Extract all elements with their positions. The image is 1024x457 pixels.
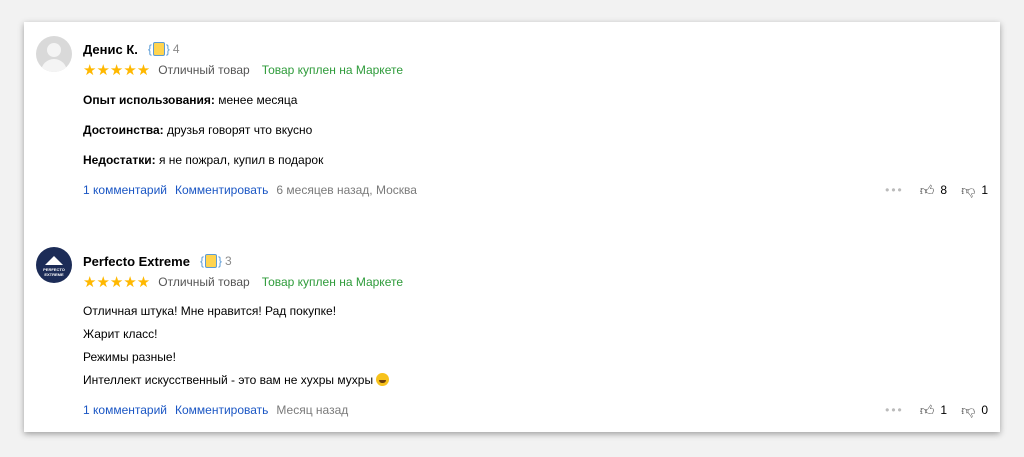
review-1: Денис К. { } 4 ★★★★★ Отличный товар Това… — [24, 22, 1000, 222]
review-text-line-last: Интеллект искусственный - это вам не хух… — [83, 372, 390, 388]
experience-line: Опыт использования: менее месяца — [83, 92, 297, 108]
laurel-right-icon: } — [217, 254, 222, 268]
comment-button[interactable]: Комментировать — [175, 183, 268, 197]
laughing-emoji-icon — [376, 373, 390, 386]
like-count: 1 — [940, 403, 948, 417]
level-number: 4 — [172, 42, 180, 56]
pros-label: Достоинства: — [83, 123, 164, 137]
comments-link[interactable]: 1 комментарий — [83, 183, 167, 197]
comments-link[interactable]: 1 комментарий — [83, 403, 167, 417]
author-level: { } 4 — [148, 42, 180, 56]
pros-value: друзья говорят что вкусно — [167, 123, 313, 137]
medal-icon — [204, 254, 217, 268]
avatar[interactable] — [36, 36, 72, 72]
thumb-up-icon[interactable]: 👍︎ — [920, 402, 935, 419]
laurel-right-icon: } — [165, 42, 170, 56]
dislike-count: 1 — [981, 183, 988, 197]
author-level: { } 3 — [200, 254, 232, 268]
level-number: 3 — [224, 254, 232, 268]
rating-stars: ★★★★★ — [83, 62, 151, 79]
comment-button[interactable]: Комментировать — [175, 403, 268, 417]
review-2: PERFECTO EXTREME Perfecto Extreme { } 3 … — [24, 242, 1000, 432]
votes: ••• 👍︎ 1 👎︎ 0 — [885, 402, 988, 419]
review-text: Интеллект искусственный - это вам не хух… — [83, 373, 374, 387]
bought-badge: Товар куплен на Маркете — [261, 63, 404, 77]
rating-label: Отличный товар — [158, 275, 250, 289]
review-text-line: Отличная штука! Мне нравится! Рад покупк… — [83, 304, 337, 318]
like-count: 8 — [940, 183, 948, 197]
dislike-count: 0 — [981, 403, 988, 417]
cons-label: Недостатки: — [83, 153, 156, 167]
experience-label: Опыт использования: — [83, 93, 215, 107]
thumb-down-icon[interactable]: 👎︎ — [961, 182, 975, 199]
avatar[interactable]: PERFECTO EXTREME — [36, 247, 72, 283]
review-meta: 6 месяцев назад, Москва — [276, 183, 417, 197]
more-dots-icon[interactable]: ••• — [885, 403, 904, 417]
more-dots-icon[interactable]: ••• — [885, 183, 904, 197]
experience-value: менее месяца — [218, 93, 298, 107]
laurel-left-icon: { — [199, 254, 204, 268]
thumb-up-icon[interactable]: 👍︎ — [920, 182, 935, 199]
medal-icon — [152, 42, 165, 56]
thumb-down-icon[interactable]: 👎︎ — [961, 402, 975, 419]
rating-label: Отличный товар — [158, 63, 250, 77]
cons-value: я не пожрал, купил в подарок — [158, 153, 324, 167]
laurel-left-icon: { — [147, 42, 152, 56]
review-text-line: Режимы разные! — [83, 350, 176, 364]
rating-stars: ★★★★★ — [83, 274, 151, 291]
review-text-line: Жарит класс! — [83, 327, 158, 341]
bought-badge: Товар куплен на Маркете — [261, 275, 404, 289]
pros-line: Достоинства: друзья говорят что вкусно — [83, 122, 312, 138]
cons-line: Недостатки: я не пожрал, купил в подарок — [83, 152, 323, 168]
author-name[interactable]: Perfecto Extreme — [83, 254, 190, 269]
reviews-card: Денис К. { } 4 ★★★★★ Отличный товар Това… — [24, 22, 1000, 432]
review-meta: Месяц назад — [276, 403, 349, 417]
votes: ••• 👍︎ 8 👎︎ 1 — [885, 182, 988, 199]
author-name[interactable]: Денис К. — [83, 42, 138, 57]
avatar-logo-text: PERFECTO EXTREME — [43, 267, 65, 277]
